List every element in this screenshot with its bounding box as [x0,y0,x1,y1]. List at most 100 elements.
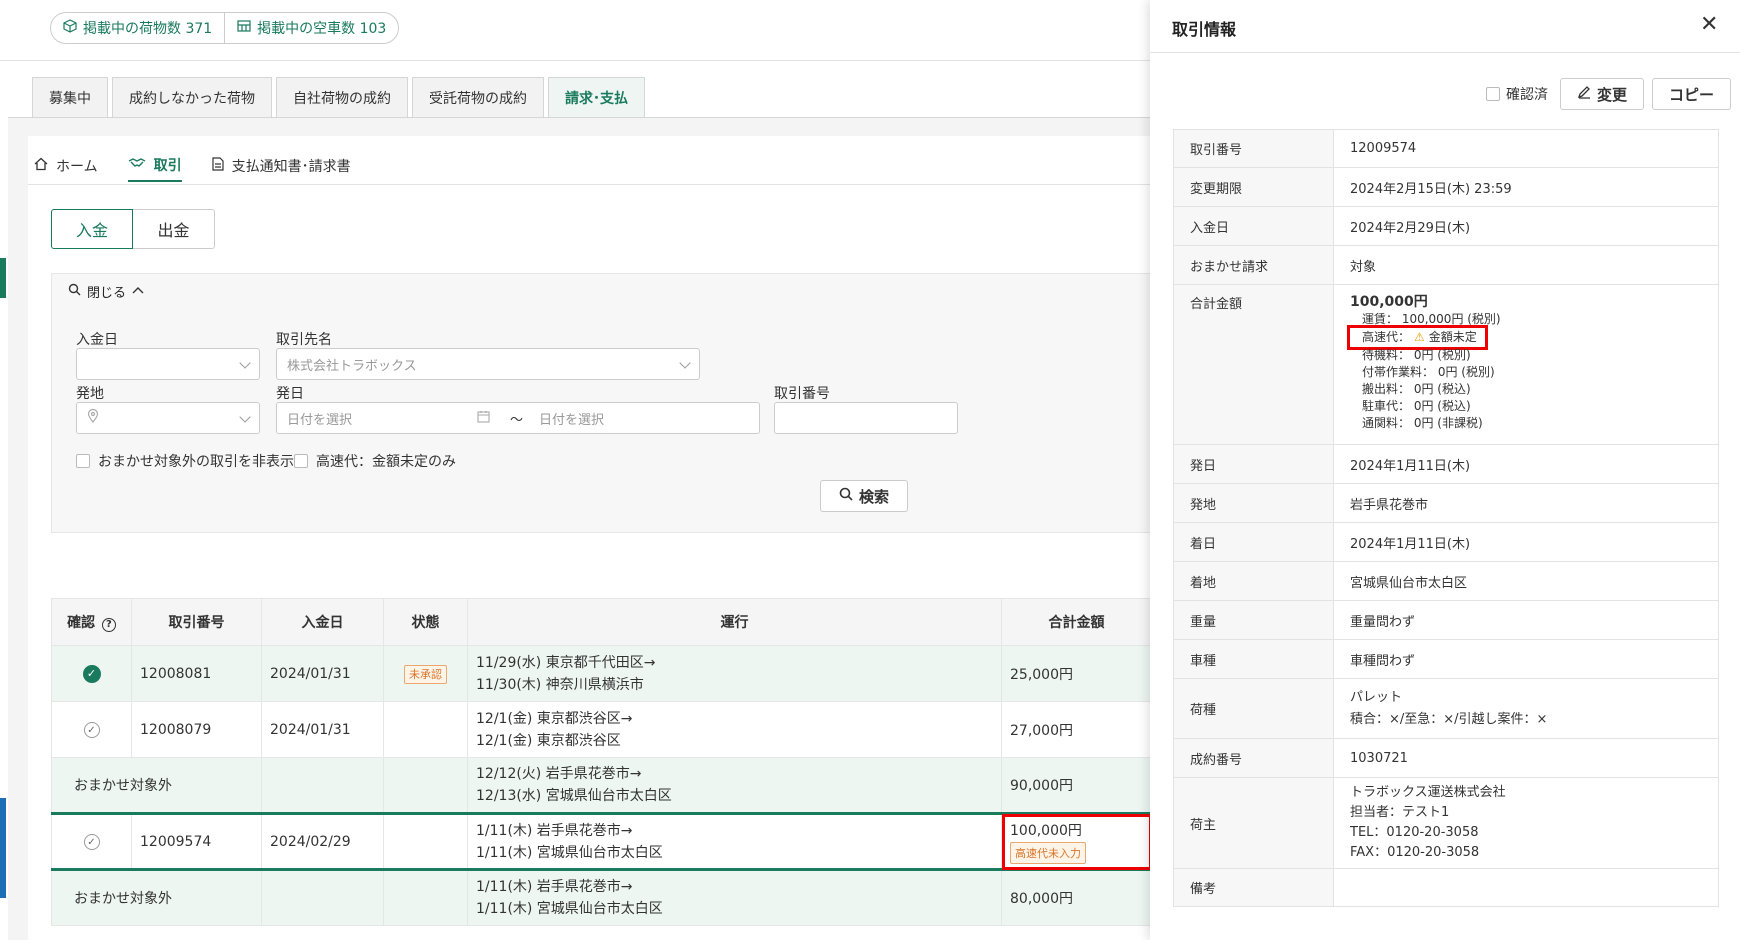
hide-non-omakase-option[interactable]: おまかせ対象外の取引を非表示 [76,451,294,471]
detail-value: 2024年2月15日(木) 23:59 [1333,167,1719,207]
table-row[interactable]: ✓ 12008081 2024/01/31 未承認 11/29(水) 東京都千代… [51,645,1152,702]
income-expense-toggle: 入金 出金 [51,209,215,249]
chevron-down-icon [679,357,691,369]
total-cell-highlighted: 100,000円 高速代未入力 [1001,812,1152,871]
cargo-count-stat[interactable]: 掲載中の荷物数 371 [51,13,224,43]
cargo-count-label: 掲載中の荷物数 371 [83,21,213,37]
tab-recruiting[interactable]: 募集中 [32,77,108,117]
detail-value: 車種問わず [1333,639,1719,679]
warning-icon: ⚠ [1414,330,1425,344]
search-panel: 閉じる 入金日 取引先名 株式会社トラボックス 発地 発日 日付を選択 ～ 日付… [51,273,1151,533]
col-total: 合計金額 [1001,598,1152,646]
customs-fee-line: 通関料： 0円 (非課税) [1362,416,1483,430]
table-row[interactable]: おまかせ対象外 1/11(木) 岩手県花巻市→ 1/11(木) 宮城県仙台市太白… [51,869,1152,926]
detail-key: 着日 [1173,522,1334,562]
detail-key: 発地 [1173,483,1334,523]
confirmed-option[interactable]: 確認済 [1486,84,1548,104]
detail-row-payment-date: 入金日 2024年2月29日(木) [1173,206,1719,246]
tab-unclosed-cargo[interactable]: 成約しなかった荷物 [112,77,272,117]
edit-button[interactable]: 変更 [1560,78,1645,110]
route-destination: 1/11(木) 宮城県仙台市太白区 [476,901,663,917]
document-icon [211,157,224,175]
col-confirm: 確認 ? [51,598,132,646]
detail-key: 取引番号 [1173,129,1334,168]
detail-value: 宮城県仙台市太白区 [1333,561,1719,601]
table-row-selected[interactable]: ✓ 12009574 2024/02/29 1/11(木) 岩手県花巻市→ 1/… [51,812,1152,871]
search-button[interactable]: 検索 [820,480,908,512]
toll-undetermined-checkbox[interactable] [294,454,308,468]
detail-row-omakase: おまかせ請求 対象 [1173,245,1719,285]
detail-key: 発日 [1173,444,1334,484]
search-icon [839,487,853,505]
detail-key: 荷種 [1173,678,1334,739]
col-payment-date: 入金日 [261,598,384,646]
detail-value: 2024年1月11日(木) [1333,444,1719,484]
hide-non-omakase-checkbox[interactable] [76,454,90,468]
confirm-cell: おまかせ対象外 [51,757,262,814]
help-icon[interactable]: ? [101,618,116,632]
toll-key: 高速代： [1362,330,1411,344]
route-origin: 12/12(火) 岩手県花巻市→ [476,766,642,782]
total-cell: 80,000円 [1001,869,1152,926]
detail-value: 12009574 [1333,129,1719,168]
payment-date-cell: 2024/01/31 [261,701,384,758]
detail-row-arrive-date: 着日 2024年1月11日(木) [1173,522,1719,562]
deal-detail-drawer: 取引情報 ✕ 確認済 変更 コピー 取引番号 12009574 変更期限 202… [1150,0,1740,940]
confirmed-checkbox[interactable] [1486,87,1500,101]
table-row[interactable]: ✓ 12008079 2024/01/31 12/1(金) 東京都渋谷区→ 12… [51,701,1152,758]
subnav-home[interactable]: ホーム [34,150,98,182]
status-cell: 未承認 [383,645,468,702]
subnav-home-label: ホーム [56,159,98,175]
tab-own-cargo-contracts[interactable]: 自社荷物の成約 [276,77,408,117]
subnav-deals-label: 取引 [153,158,182,174]
detail-value: 対象 [1333,245,1719,285]
origin-select[interactable] [76,402,260,434]
shipper-company: トラボックス運送株式会社 [1350,785,1506,800]
subnav-divider [28,184,1150,185]
partner-select[interactable]: 株式会社トラボックス [276,348,700,380]
tab-consigned-cargo-contracts[interactable]: 受託荷物の成約 [412,77,544,117]
detail-row-deal-number: 取引番号 12009574 [1173,129,1719,168]
tab-billing-payment[interactable]: 請求･支払 [548,77,645,117]
close-icon[interactable]: ✕ [1700,12,1718,37]
shipper-tel: TEL：0120-20-3058 [1350,825,1479,840]
detail-key: おまかせ請求 [1173,245,1334,285]
toll-undetermined-option[interactable]: 高速代：金額未定のみ [294,451,456,471]
col-deal-number: 取引番号 [131,598,262,646]
drawer-title: 取引情報 [1172,20,1237,39]
detail-row-destination: 着地 宮城県仙台市太白区 [1173,561,1719,601]
check-circle-icon[interactable]: ✓ [83,722,100,739]
detail-row-vehicle: 車種 車種問わず [1173,639,1719,679]
route-cell: 12/1(金) 東京都渋谷区→ 12/1(金) 東京都渋谷区 [467,701,1002,758]
collapse-toggle[interactable]: 閉じる [68,282,144,301]
header-divider [0,60,1150,61]
drawer-divider [1150,52,1740,53]
total-cell: 90,000円 [1001,757,1152,814]
detail-key: 備考 [1173,868,1334,907]
route-cell: 12/12(火) 岩手県花巻市→ 12/13(水) 宮城県仙台市太白区 [467,757,1002,814]
detail-row-note: 備考 [1173,868,1719,907]
origin-label: 発地 [76,386,104,402]
subnav-notices[interactable]: 支払通知書･請求書 [211,150,351,182]
toll-undetermined-label: 高速代：金額未定のみ [316,454,456,470]
collapse-label: 閉じる [87,286,127,301]
deal-number-cell: おまかせ対象外 [74,891,172,907]
income-button[interactable]: 入金 [51,209,133,249]
expense-button[interactable]: 出金 [133,209,215,249]
shipper-fax: FAX：0120-20-3058 [1350,845,1480,860]
detail-row-depart-date: 発日 2024年1月11日(木) [1173,444,1719,484]
check-circle-icon[interactable]: ✓ [83,834,100,851]
wait-fee-line: 待機料： 0円 (税別) [1362,348,1471,362]
deal-number-input[interactable] [774,402,958,434]
subnav-deals[interactable]: 取引 [127,150,182,182]
toll-line-highlighted: 高速代： ⚠ 金額未定 [1347,325,1488,350]
cargo-flags-value: 積合：×/至急：×/引越し案件：× [1350,711,1548,727]
depart-date-range[interactable]: 日付を選択 ～ 日付を選択 [276,402,760,434]
table-row[interactable]: おまかせ対象外 12/12(火) 岩手県花巻市→ 12/13(水) 宮城県仙台市… [51,757,1152,814]
payment-date-select[interactable] [76,348,260,380]
route-origin: 1/11(木) 岩手県花巻市→ [476,822,633,839]
detail-key: 着地 [1173,561,1334,601]
copy-button[interactable]: コピー [1652,78,1732,110]
checked-circle-icon[interactable]: ✓ [82,664,101,683]
truck-count-stat[interactable]: 掲載中の空車数 103 [224,13,398,43]
